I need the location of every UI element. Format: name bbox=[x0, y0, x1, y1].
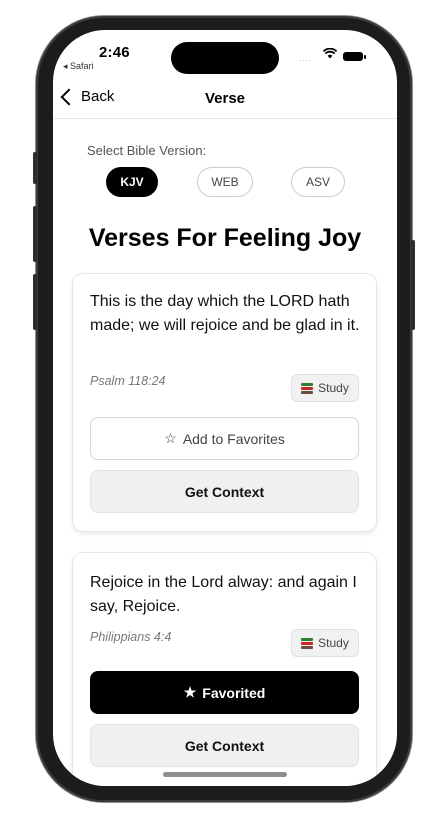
version-pill-web[interactable]: WEB bbox=[197, 167, 253, 197]
verse-card: Rejoice in the Lord alway: and again I s… bbox=[73, 553, 376, 786]
books-icon bbox=[301, 637, 314, 649]
get-context-label: Get Context bbox=[184, 737, 265, 754]
signal-icon: .... bbox=[299, 54, 312, 63]
version-pill-kjv[interactable]: KJV bbox=[106, 167, 158, 197]
favorite-button-label: Add to Favorites bbox=[182, 430, 285, 447]
verse-card: This is the day which the LORD hath made… bbox=[73, 274, 376, 531]
version-select-label: Select Bible Version: bbox=[87, 143, 207, 158]
star-outline-icon: ☆ bbox=[164, 430, 177, 446]
wifi-icon bbox=[322, 46, 338, 62]
get-context-label: Get Context bbox=[184, 483, 265, 500]
version-pill-asv[interactable]: ASV bbox=[291, 167, 345, 197]
status-time: 2:46 bbox=[99, 44, 130, 61]
study-button-label: Study bbox=[318, 381, 349, 395]
star-filled-icon: ★ bbox=[183, 684, 197, 700]
status-bar: 2:46 ◂ Safari .... bbox=[53, 30, 397, 82]
volume-down-button bbox=[33, 274, 37, 330]
navigation-bar: Back Verse bbox=[53, 82, 397, 119]
volume-up-button bbox=[33, 206, 37, 262]
verse-reference: Philippians 4:4 bbox=[90, 630, 172, 644]
mute-switch bbox=[33, 152, 37, 184]
study-button[interactable]: Study bbox=[291, 374, 359, 402]
battery-icon bbox=[343, 52, 366, 61]
nav-title: Verse bbox=[204, 90, 246, 107]
study-button-label: Study bbox=[318, 636, 349, 650]
verse-text: This is the day which the LORD hath made… bbox=[90, 293, 360, 334]
add-to-favorites-button[interactable]: ☆ Add to Favorites bbox=[90, 417, 359, 460]
power-button bbox=[411, 240, 415, 330]
books-icon bbox=[301, 382, 314, 394]
dynamic-island bbox=[171, 42, 279, 74]
back-to-safari-link[interactable]: ◂ Safari bbox=[63, 61, 94, 72]
get-context-button[interactable]: Get Context bbox=[90, 724, 359, 767]
favorite-button-label: Favorited bbox=[202, 684, 266, 701]
verse-reference: Psalm 118:24 bbox=[90, 374, 166, 388]
page-title: Verses For Feeling Joy bbox=[88, 224, 362, 252]
get-context-button[interactable]: Get Context bbox=[90, 470, 359, 513]
home-indicator[interactable] bbox=[163, 772, 287, 777]
verse-text: Rejoice in the Lord alway: and again I s… bbox=[90, 574, 357, 615]
phone-screen: 2:46 ◂ Safari .... Back Verse Select Bib… bbox=[53, 30, 397, 786]
favorited-button[interactable]: ★ Favorited bbox=[90, 671, 359, 714]
study-button[interactable]: Study bbox=[291, 629, 359, 657]
